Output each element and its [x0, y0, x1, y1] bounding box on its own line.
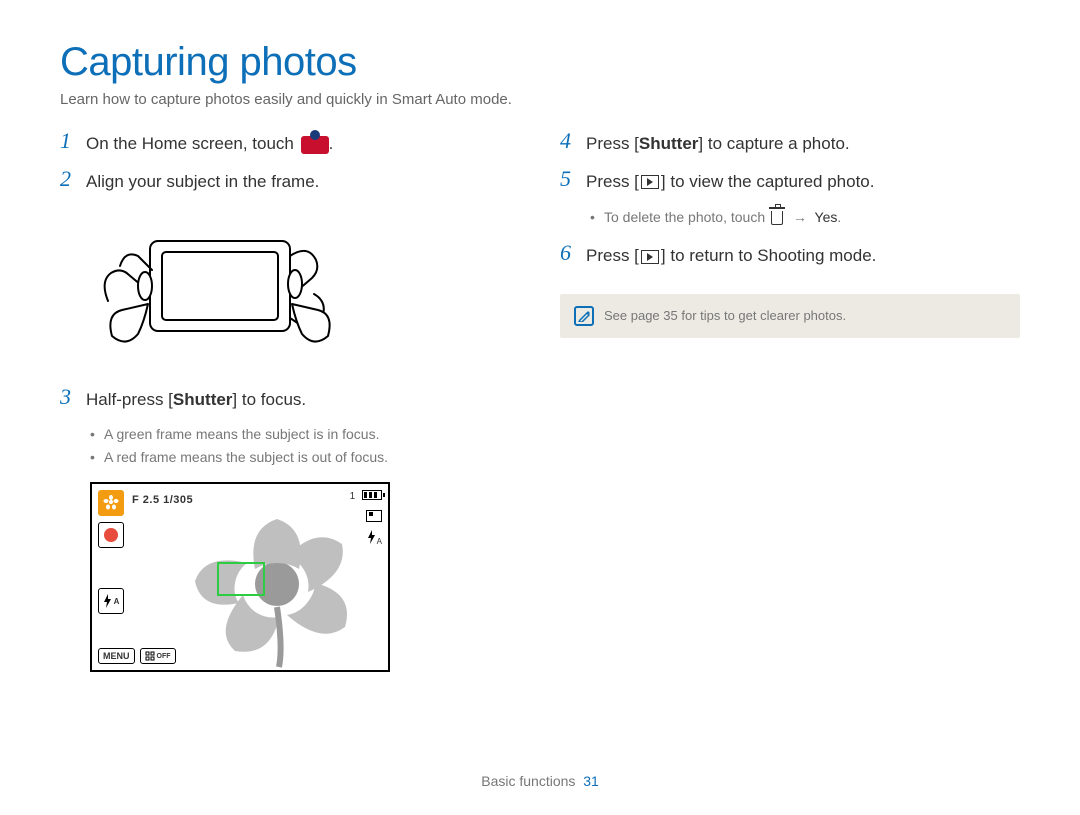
step-number: 4 — [560, 130, 576, 152]
page-footer: Basic functions 31 — [0, 773, 1080, 789]
step-text: Align your subject in the frame. — [86, 168, 319, 194]
playback-icon — [641, 175, 659, 189]
off-button-icon: OFF — [140, 648, 176, 664]
smart-auto-icon — [301, 136, 329, 154]
focus-bullets: A green frame means the subject is in fo… — [90, 423, 520, 468]
step-3: 3 Half-press [Shutter] to focus. — [60, 386, 520, 412]
screen-left-icons: A — [98, 490, 124, 614]
step-number: 3 — [60, 386, 76, 408]
step-1: 1 On the Home screen, touch . — [60, 130, 520, 156]
step-text: Half-press [Shutter] to focus. — [86, 386, 306, 412]
note-text: See page 35 for tips to get clearer phot… — [604, 308, 846, 323]
focus-rectangle — [217, 562, 265, 596]
screen-right-icons: 1 A — [350, 490, 382, 547]
manual-page: Capturing photos Learn how to capture ph… — [0, 0, 1080, 815]
right-column: 4 Press [Shutter] to capture a photo. 5 … — [560, 130, 1020, 672]
record-icon — [98, 522, 124, 548]
screen-bottom-left: MENU OFF — [98, 648, 176, 664]
battery-icon — [362, 490, 382, 500]
flower-subject-icon — [177, 499, 377, 669]
delete-bullet: To delete the photo, touch → Yes. — [590, 206, 1020, 228]
step-text: Press [] to return to Shooting mode. — [586, 242, 876, 268]
step-text: On the Home screen, touch . — [86, 130, 333, 156]
step-number: 6 — [560, 242, 576, 264]
tip-note: See page 35 for tips to get clearer phot… — [560, 294, 1020, 338]
flash-status-icon: A — [367, 530, 382, 547]
trash-icon — [771, 211, 783, 225]
left-column: 1 On the Home screen, touch . 2 Align yo… — [60, 130, 520, 672]
step-text: Press [] to view the captured photo. — [586, 168, 875, 194]
bullet-red-frame: A red frame means the subject is out of … — [90, 446, 520, 468]
step-number: 5 — [560, 168, 576, 190]
hands-holding-camera-illustration — [90, 206, 350, 366]
step-2: 2 Align your subject in the frame. — [60, 168, 520, 194]
step-5: 5 Press [] to view the captured photo. — [560, 168, 1020, 194]
step-4: 4 Press [Shutter] to capture a photo. — [560, 130, 1020, 156]
mode-icon — [366, 510, 382, 522]
macro-flower-icon — [98, 490, 124, 516]
page-title: Capturing photos — [60, 40, 1020, 85]
note-icon — [574, 306, 594, 326]
menu-button-icon: MENU — [98, 648, 135, 664]
bullet-green-frame: A green frame means the subject is in fo… — [90, 423, 520, 445]
camera-screen-illustration: F 2.5 1/305 A 1 — [90, 482, 390, 672]
step-6: 6 Press [] to return to Shooting mode. — [560, 242, 1020, 268]
step-text: Press [Shutter] to capture a photo. — [586, 130, 850, 156]
step-number: 1 — [60, 130, 76, 152]
content-columns: 1 On the Home screen, touch . 2 Align yo… — [60, 130, 1020, 672]
page-number: 31 — [583, 773, 599, 789]
playback-icon — [641, 250, 659, 264]
page-subtitle: Learn how to capture photos easily and q… — [60, 91, 1020, 108]
step-number: 2 — [60, 168, 76, 190]
delete-instruction: To delete the photo, touch → Yes. — [590, 206, 1020, 228]
exif-readout: F 2.5 1/305 — [132, 494, 193, 506]
flash-auto-icon: A — [98, 588, 124, 614]
shot-count: 1 — [350, 490, 382, 502]
section-name: Basic functions — [481, 773, 575, 789]
